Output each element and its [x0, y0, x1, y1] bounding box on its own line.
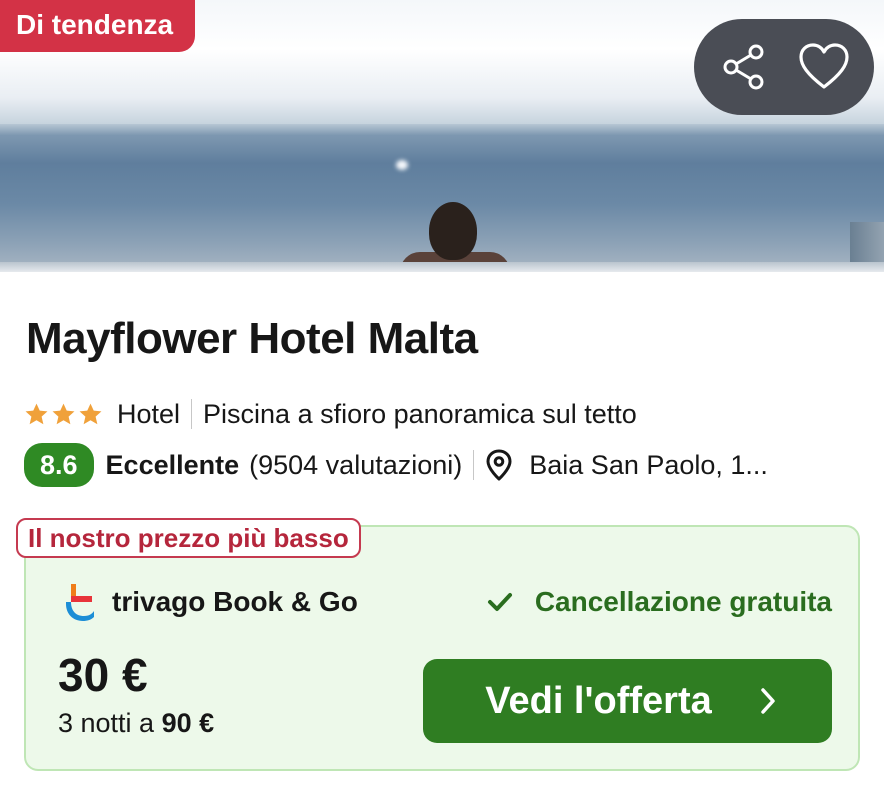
star-icon — [52, 403, 75, 424]
chevron-right-icon — [761, 688, 775, 714]
divider — [473, 450, 475, 480]
trivago-logo-icon — [66, 584, 94, 621]
price-per-night: 30 € — [58, 649, 148, 701]
rating-label: Eccellente — [105, 449, 240, 480]
star-icon — [25, 403, 48, 424]
nights-label: 3 notti a — [58, 708, 155, 738]
photo-horizon — [0, 124, 884, 136]
check-icon — [487, 593, 512, 611]
trending-badge: Di tendenza — [0, 0, 196, 52]
location-pin-icon — [486, 449, 512, 481]
hotel-location[interactable]: Baia San Paolo, 1... — [529, 450, 768, 481]
star-icon — [79, 403, 102, 424]
hotel-meta: Hotel Piscina a sfioro panoramica sul te… — [24, 394, 637, 434]
heart-icon — [799, 43, 849, 89]
share-icon — [723, 44, 764, 90]
photo-swimmer-head — [429, 202, 477, 260]
rating-row: 8.6 Eccellente (9504 valutazioni) Baia S… — [24, 442, 864, 488]
provider: trivago Book & Go — [62, 580, 358, 624]
review-count[interactable]: (9504 valutazioni) — [249, 450, 462, 481]
divider — [191, 399, 193, 429]
view-offer-label: Vedi l'offerta — [485, 679, 712, 722]
favorite-button[interactable] — [784, 27, 864, 107]
free-cancellation: Cancellazione gratuita — [487, 580, 832, 624]
photo-actions — [694, 19, 874, 115]
star-rating — [24, 402, 103, 427]
cancellation-label: Cancellazione gratuita — [534, 586, 832, 617]
total-price: 3 notti a 90 € — [58, 708, 214, 739]
view-offer-button[interactable]: Vedi l'offerta — [423, 659, 832, 743]
provider-name: trivago Book & Go — [112, 586, 358, 617]
photo-pool-edge — [0, 262, 884, 272]
photo-sun-glint — [396, 160, 408, 170]
score-badge[interactable]: 8.6 — [24, 443, 94, 487]
hotel-type: Hotel — [117, 398, 181, 429]
hotel-name[interactable]: Mayflower Hotel Malta — [26, 314, 478, 364]
hotel-highlight: Piscina a sfioro panoramica sul tetto — [203, 398, 637, 429]
lowest-price-badge: Il nostro prezzo più basso — [16, 518, 361, 558]
total-amount: 90 € — [161, 708, 215, 738]
share-button[interactable] — [704, 27, 784, 107]
